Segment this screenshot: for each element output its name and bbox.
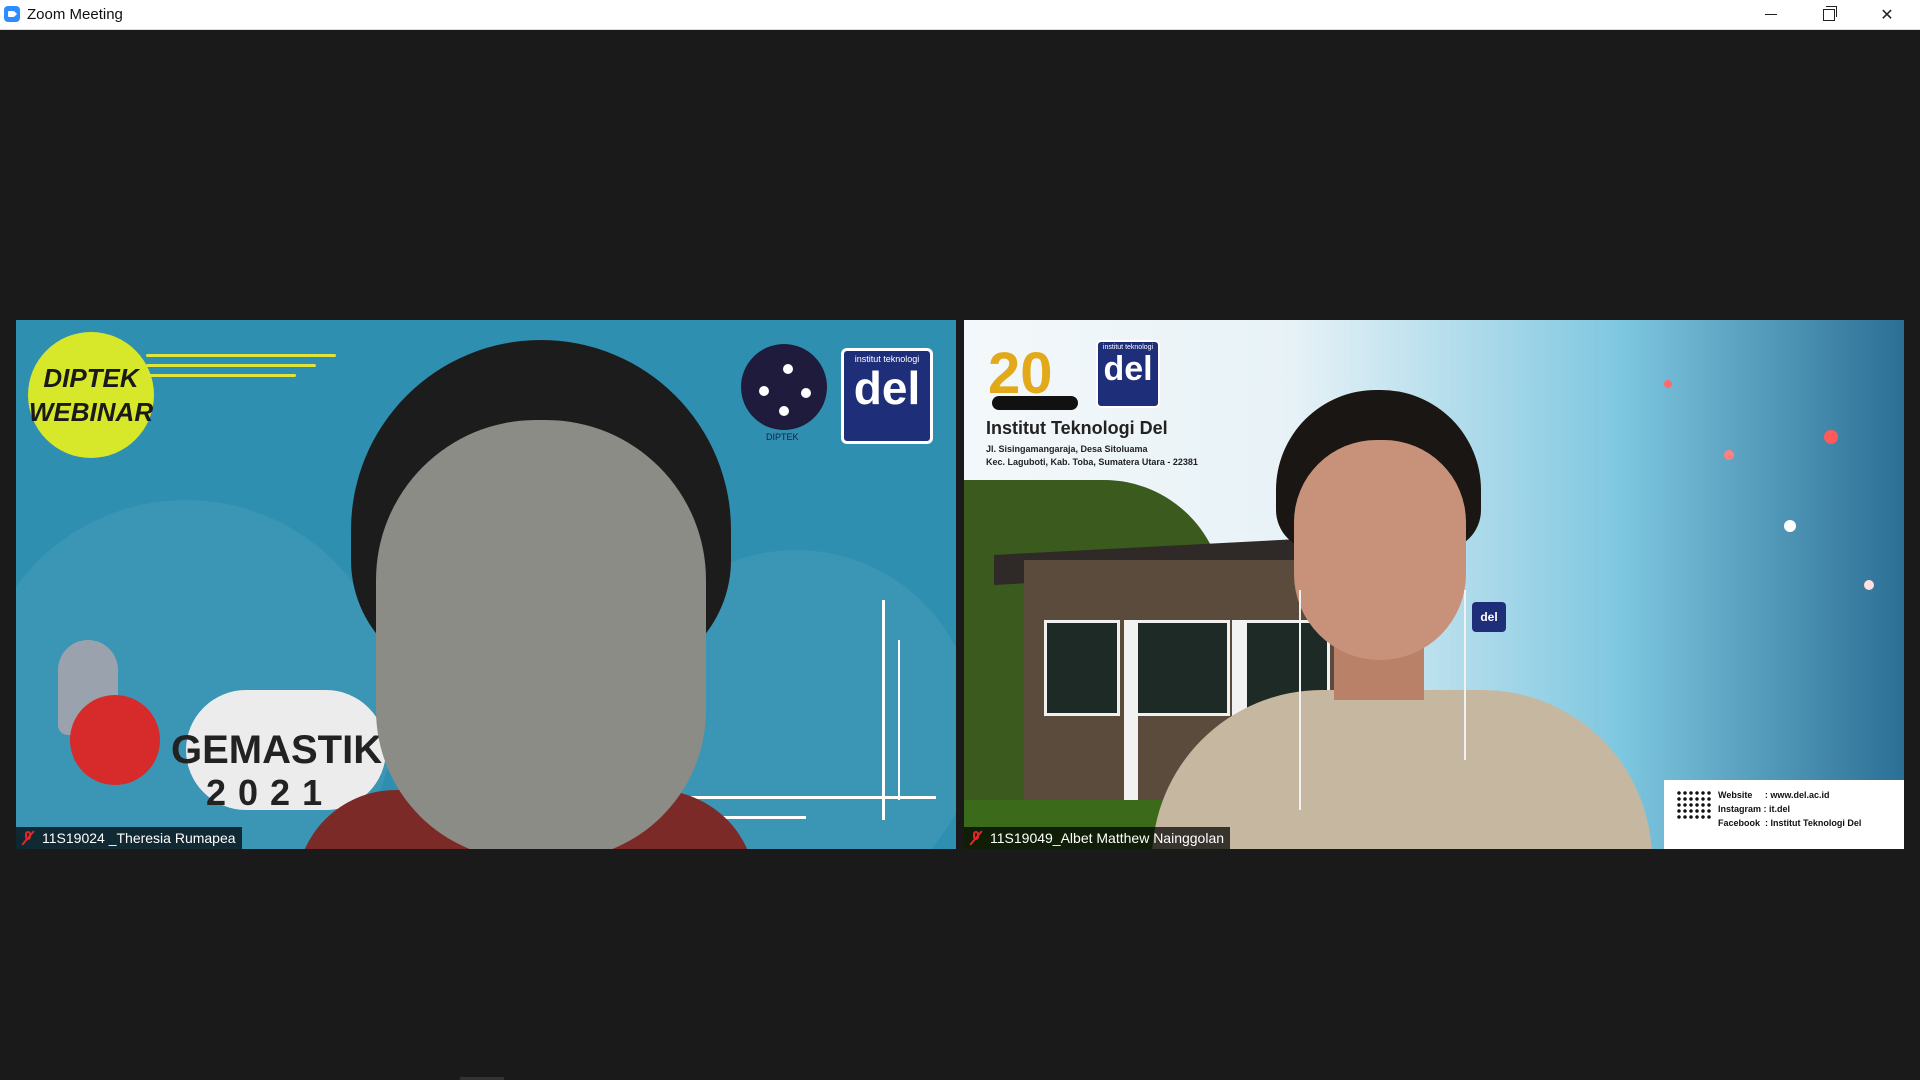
del-logo-big-text: del bbox=[1103, 350, 1153, 388]
mic-muted-icon bbox=[20, 830, 36, 846]
earphone-cable bbox=[1464, 590, 1466, 760]
streak bbox=[146, 354, 336, 357]
dots-pattern bbox=[1676, 790, 1712, 820]
participant-name: 11S19049_Albet Matthew Nainggolan bbox=[990, 830, 1225, 846]
close-button[interactable]: ✕ bbox=[1858, 0, 1916, 29]
institution-title: Institut Teknologi Del bbox=[986, 418, 1168, 438]
del-logo: institut teknologi del bbox=[841, 348, 933, 444]
contact-website: Website : www.del.ac.id bbox=[1718, 790, 1830, 800]
badge-line-1: DIPTEK bbox=[43, 363, 139, 393]
institution-address-line-1: Jl. Sisingamangaraja, Desa Sitoluama bbox=[986, 444, 1148, 454]
badge-line-2: WEBINAR bbox=[28, 397, 154, 427]
del-logo-big-text: del bbox=[853, 362, 921, 414]
title-bar: Zoom Meeting ✕ bbox=[0, 0, 1920, 30]
video-tile-participant-2[interactable]: 20 institut teknologi del Institut Tekno… bbox=[964, 320, 1904, 849]
minimize-icon bbox=[1765, 14, 1777, 15]
anniversary-logo: 20 bbox=[988, 340, 1078, 412]
minimize-button[interactable] bbox=[1742, 0, 1800, 29]
earphone-cable bbox=[1299, 590, 1301, 810]
streak bbox=[146, 374, 296, 377]
diptek-webinar-badge: DIPTEK WEBINAR bbox=[28, 332, 154, 458]
participant-face bbox=[376, 420, 706, 849]
decor-streaks bbox=[146, 350, 346, 390]
gemastik-logo bbox=[48, 640, 168, 790]
gemastik-title: GEMASTIK bbox=[171, 728, 383, 772]
diptek-logo-label: DIPTEK bbox=[766, 432, 799, 442]
participant-name-tag: 11S19049_Albet Matthew Nainggolan bbox=[964, 827, 1231, 849]
restore-icon bbox=[1823, 5, 1837, 21]
participant-face bbox=[1294, 440, 1466, 660]
contact-facebook: Facebook : Institut Teknologi Del bbox=[1718, 818, 1862, 828]
video-stage: DIPTEK WEBINAR DIPTEK institut teknologi… bbox=[0, 30, 1920, 1080]
video-tile-participant-1[interactable]: DIPTEK WEBINAR DIPTEK institut teknologi… bbox=[16, 320, 956, 849]
streak bbox=[146, 364, 316, 367]
decor-line bbox=[882, 600, 885, 820]
contact-instagram: Instagram : it.del bbox=[1718, 804, 1791, 814]
diptek-logo bbox=[741, 344, 827, 430]
restore-button[interactable] bbox=[1800, 0, 1858, 29]
contact-info-box: Website : www.del.ac.id Instagram : it.d… bbox=[1664, 780, 1904, 849]
gemastik-year: 2021 bbox=[206, 772, 335, 813]
zoom-app-icon bbox=[4, 6, 20, 22]
window-title: Zoom Meeting bbox=[27, 6, 123, 23]
del-logo: institut teknologi del bbox=[1096, 340, 1160, 408]
mic-muted-icon bbox=[968, 830, 984, 846]
decor-line bbox=[898, 640, 900, 800]
del-sign: del bbox=[1472, 602, 1506, 632]
participant-name-tag: 11S19024 _Theresia Rumapea bbox=[16, 827, 242, 849]
participant-name: 11S19024 _Theresia Rumapea bbox=[42, 830, 236, 846]
institution-address-line-2: Kec. Laguboti, Kab. Toba, Sumatera Utara… bbox=[986, 457, 1198, 467]
